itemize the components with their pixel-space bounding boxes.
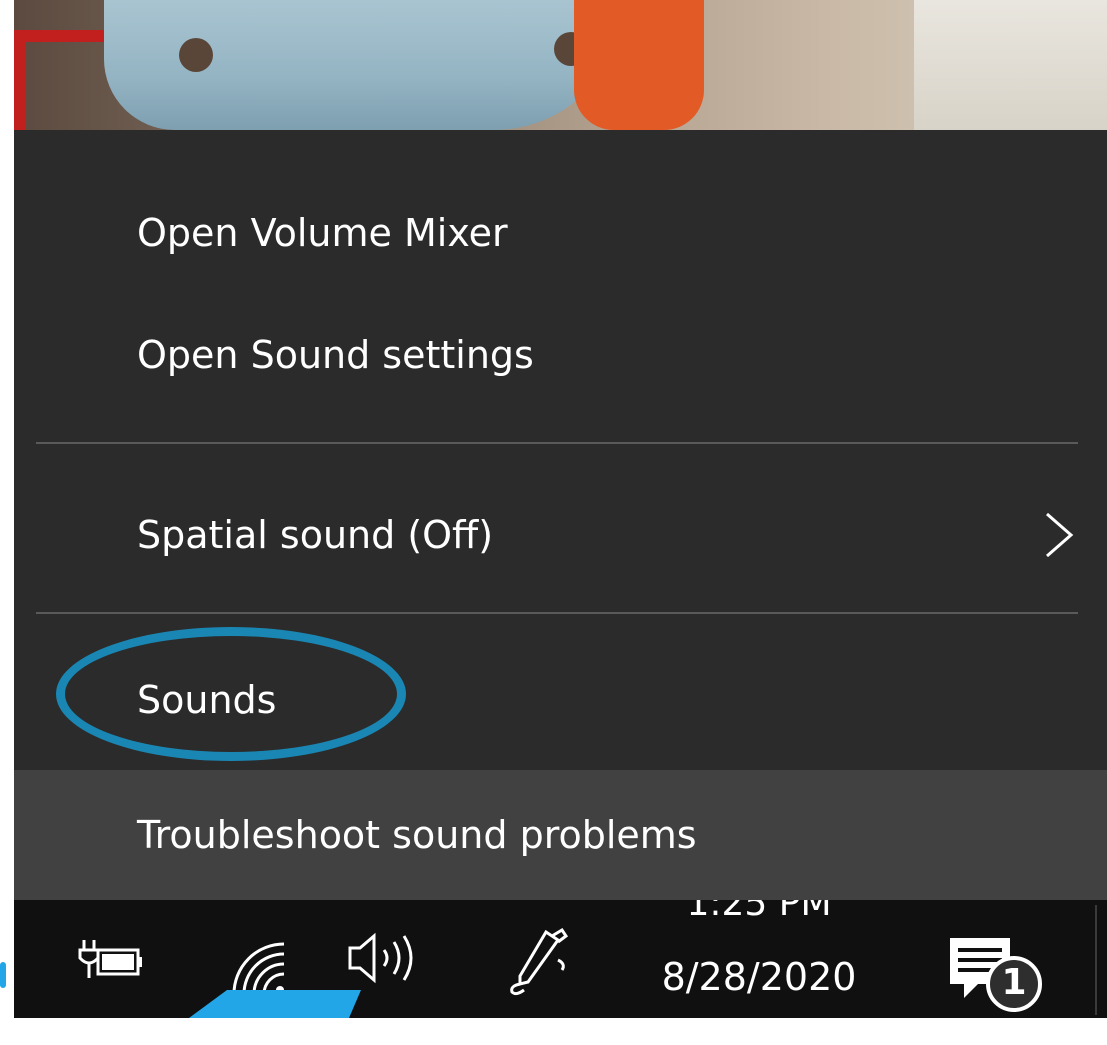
menu-separator: [36, 442, 1078, 444]
sound-context-menu: Open Volume Mixer Open Sound settings Sp…: [14, 130, 1107, 900]
notification-count-badge: 1: [1001, 962, 1027, 1003]
annotation-arrow-icon: [189, 990, 361, 1018]
desktop-wallpaper-photo: [14, 0, 1107, 130]
taskbar: 1: [14, 900, 1107, 1018]
chevron-right-icon: [1046, 512, 1074, 558]
menu-item-label: Open Volume Mixer: [137, 210, 508, 255]
photo-button-left: [179, 38, 213, 72]
menu-item-label: Open Sound settings: [137, 333, 534, 377]
menu-item-spatial-sound[interactable]: Spatial sound (Off): [14, 460, 1107, 610]
taskbar-clock-date[interactable]: 8/28/2020: [624, 955, 894, 999]
menu-item-label: Troubleshoot sound problems: [137, 813, 697, 857]
taskbar-clock-time[interactable]: 1:25 PM: [644, 900, 874, 936]
speaker-volume-icon[interactable]: [344, 930, 424, 986]
menu-item-label: Sounds: [137, 678, 277, 722]
power-plug-battery-icon[interactable]: [76, 938, 146, 982]
menu-separator: [36, 612, 1078, 614]
menu-item-open-sound-settings[interactable]: Open Sound settings: [14, 305, 1107, 435]
show-desktop-divider: [1095, 905, 1097, 1015]
menu-item-troubleshoot-sound-problems[interactable]: Troubleshoot sound problems: [14, 770, 1107, 900]
annotation-marker: [0, 962, 6, 988]
menu-item-sounds[interactable]: Sounds: [14, 630, 1107, 770]
menu-item-open-volume-mixer[interactable]: Open Volume Mixer: [14, 160, 1107, 305]
menu-item-label: Spatial sound (Off): [137, 513, 494, 557]
photo-window: [914, 0, 1107, 130]
pen-workspace-icon[interactable]: [506, 926, 570, 998]
photo-orange-object: [574, 0, 704, 130]
screenshot-frame: Open Volume Mixer Open Sound settings Sp…: [14, 0, 1107, 1018]
